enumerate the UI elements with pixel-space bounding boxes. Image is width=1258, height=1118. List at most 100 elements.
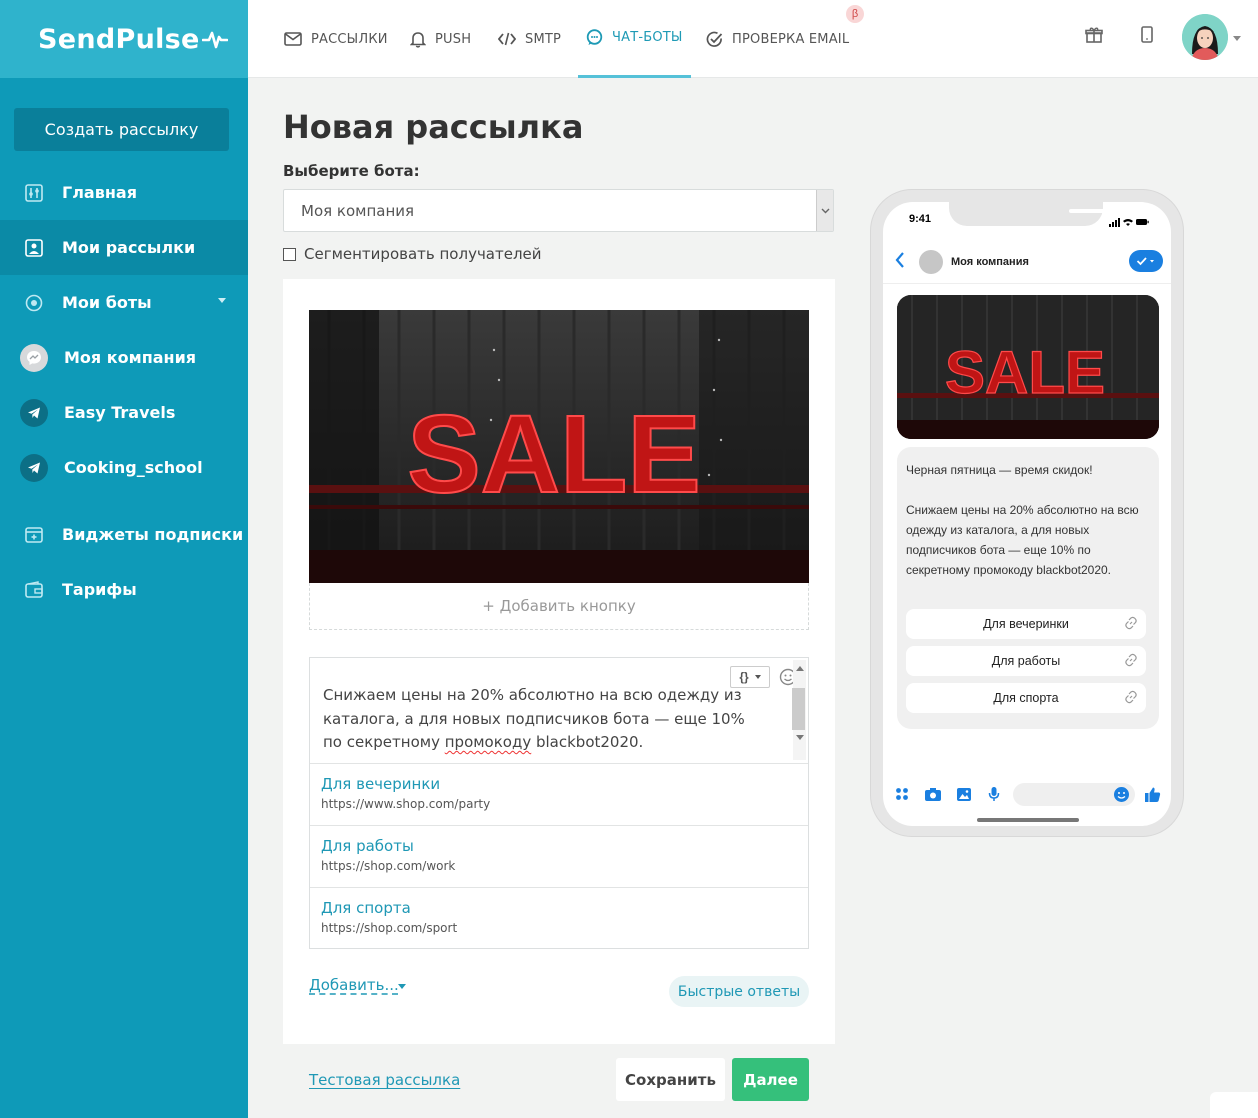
mobile-icon[interactable] xyxy=(1136,24,1158,46)
sidebar-item-bot-cooking-school[interactable]: Cooking_school xyxy=(0,440,248,495)
top-navigation: РАССЫЛКИ PUSH SMTP ЧАТ-БОТЫ ПРОВЕРКА EMA… xyxy=(248,0,1258,78)
sidebar-item-label: Cooking_school xyxy=(64,458,203,477)
message-button-name[interactable]: Для вечеринки xyxy=(321,775,440,793)
apps-grid-icon[interactable] xyxy=(892,784,912,804)
bots-icon xyxy=(24,293,44,313)
wallet-icon xyxy=(24,580,44,600)
scroll-down-icon[interactable] xyxy=(796,735,804,740)
chevron-down-icon[interactable] xyxy=(218,298,226,303)
message-button-url: https://shop.com/work xyxy=(321,859,456,873)
message-textarea[interactable]: Снижаем цены на 20% абсолютно на всю оде… xyxy=(310,658,808,764)
link-icon xyxy=(1124,653,1138,670)
sale-sign-text: SALE xyxy=(945,339,1105,406)
sidebar-item-pricing[interactable]: Тарифы xyxy=(0,562,248,617)
add-more-link[interactable]: Добавить... xyxy=(309,976,399,994)
chevron-down-icon[interactable] xyxy=(816,190,833,231)
message-editor-card: SALE + Добавить кнопку Снижаем цены на 2… xyxy=(283,279,835,1044)
campaigns-icon xyxy=(24,238,44,258)
corner-widget[interactable] xyxy=(1210,1092,1258,1118)
camera-icon[interactable] xyxy=(923,784,943,804)
user-avatar[interactable] xyxy=(1182,14,1228,60)
bubble-body: Снижаем цены на 20% абсолютно на всю оде… xyxy=(906,503,1139,577)
chevron-down-icon xyxy=(754,675,761,679)
phone-message-button[interactable]: Для работы xyxy=(906,646,1146,676)
link-icon xyxy=(1124,616,1138,633)
test-send-link[interactable]: Тестовая рассылка xyxy=(309,1071,460,1089)
sidebar-item-my-campaigns[interactable]: Мои рассылки xyxy=(0,220,248,275)
sidebar-item-widgets[interactable]: Виджеты подписки xyxy=(0,507,248,562)
sidebar-item-label: Мои боты xyxy=(62,293,152,312)
bot-select[interactable]: Моя компания xyxy=(283,189,834,232)
message-text-end: blackbot2020. xyxy=(531,733,644,751)
message-button-row[interactable]: Для работы https://shop.com/work xyxy=(310,826,808,888)
speaker-grill xyxy=(1069,209,1109,213)
chat-name: Моя компания xyxy=(951,256,1029,268)
sale-image[interactable]: SALE xyxy=(309,310,809,583)
message-button-row[interactable]: Для вечеринки https://www.shop.com/party xyxy=(310,764,808,826)
pulse-logo-icon xyxy=(201,31,228,49)
message-button-row[interactable]: Для спорта https://shop.com/sport xyxy=(310,888,808,950)
tab-label: ПРОВЕРКА EMAIL xyxy=(732,31,850,47)
chevron-down-icon[interactable] xyxy=(398,984,406,989)
sidebar-item-bot-easy-travels[interactable]: Easy Travels xyxy=(0,385,248,440)
message-button-url: https://shop.com/sport xyxy=(321,921,458,935)
check-icon xyxy=(706,31,723,48)
tab-campaigns[interactable]: РАССЫЛКИ xyxy=(284,0,388,78)
phone-screen: 9:41 Моя компания SALE Черная пятница — … xyxy=(883,202,1171,826)
microphone-icon[interactable] xyxy=(984,784,1004,804)
create-campaign-button[interactable]: Создать рассылку xyxy=(14,108,229,151)
message-text-box: Снижаем цены на 20% абсолютно на всю оде… xyxy=(309,657,809,949)
link-icon xyxy=(1124,690,1138,707)
add-button-link[interactable]: + Добавить кнопку xyxy=(309,583,809,630)
sidebar: SendPulse Создать рассылку Главная Мои р… xyxy=(0,0,248,1118)
sidebar-item-my-bots[interactable]: Мои боты xyxy=(0,275,248,330)
tab-label: РАССЫЛКИ xyxy=(311,31,388,47)
emoji-icon[interactable] xyxy=(1111,784,1131,804)
gallery-icon[interactable] xyxy=(954,784,974,804)
tab-push[interactable]: PUSH xyxy=(410,0,471,78)
message-button-name[interactable]: Для спорта xyxy=(321,899,411,917)
back-arrow-icon[interactable] xyxy=(895,251,905,274)
tab-chatbots[interactable]: ЧАТ-БОТЫ xyxy=(578,0,691,78)
verified-check-icon[interactable] xyxy=(1129,250,1163,272)
scroll-up-icon[interactable] xyxy=(796,666,804,671)
chevron-down-icon[interactable] xyxy=(1233,36,1241,41)
next-button[interactable]: Далее xyxy=(732,1058,809,1101)
tab-smtp[interactable]: SMTP xyxy=(498,0,561,78)
variables-button[interactable]: {} xyxy=(730,666,770,688)
phone-message-button[interactable]: Для вечеринки xyxy=(906,609,1146,639)
sendpulse-logo[interactable]: SendPulse xyxy=(38,24,200,55)
telegram-icon xyxy=(20,398,48,427)
phone-sale-image: SALE xyxy=(897,295,1159,439)
bell-icon xyxy=(410,31,426,48)
gift-icon[interactable] xyxy=(1083,24,1105,46)
sidebar-item-label: Тарифы xyxy=(62,580,137,599)
sidebar-item-dashboard[interactable]: Главная xyxy=(0,165,248,220)
chat-header: Моя компания xyxy=(883,240,1171,284)
bubble-text: Черная пятница — время скидок! Снижаем ц… xyxy=(906,460,1154,600)
sale-sign-text: SALE xyxy=(407,393,700,516)
message-text: Снижаем цены на 20% абсолютно на всю оде… xyxy=(323,684,763,755)
footer-actions: Тестовая рассылка Сохранить Далее xyxy=(283,1044,835,1118)
messenger-icon xyxy=(20,343,48,372)
phone-notch xyxy=(949,202,1129,226)
segment-recipients-row[interactable]: Сегментировать получателей xyxy=(283,245,542,263)
quick-replies-button[interactable]: Быстрые ответы xyxy=(669,976,809,1007)
misspelled-word: промокоду xyxy=(444,733,532,751)
sidebar-item-bot-my-company[interactable]: Моя компания xyxy=(0,330,248,385)
phone-message-button[interactable]: Для спорта xyxy=(906,683,1146,713)
message-bubble: Черная пятница — время скидок! Снижаем ц… xyxy=(897,447,1159,729)
phone-composer-bar xyxy=(883,780,1171,808)
sidebar-item-label: Easy Travels xyxy=(64,403,176,422)
segment-recipients-checkbox[interactable] xyxy=(283,247,296,261)
scrollbar-thumb[interactable] xyxy=(792,688,805,730)
chat-icon xyxy=(586,29,603,46)
phone-button-label: Для спорта xyxy=(993,691,1059,705)
message-button-name[interactable]: Для работы xyxy=(321,837,414,855)
save-button[interactable]: Сохранить xyxy=(616,1058,725,1101)
phone-button-label: Для работы xyxy=(991,654,1061,668)
tab-email-verification[interactable]: ПРОВЕРКА EMAIL xyxy=(706,0,849,78)
tab-label: PUSH xyxy=(435,31,472,47)
thumbs-up-icon[interactable] xyxy=(1142,784,1162,804)
